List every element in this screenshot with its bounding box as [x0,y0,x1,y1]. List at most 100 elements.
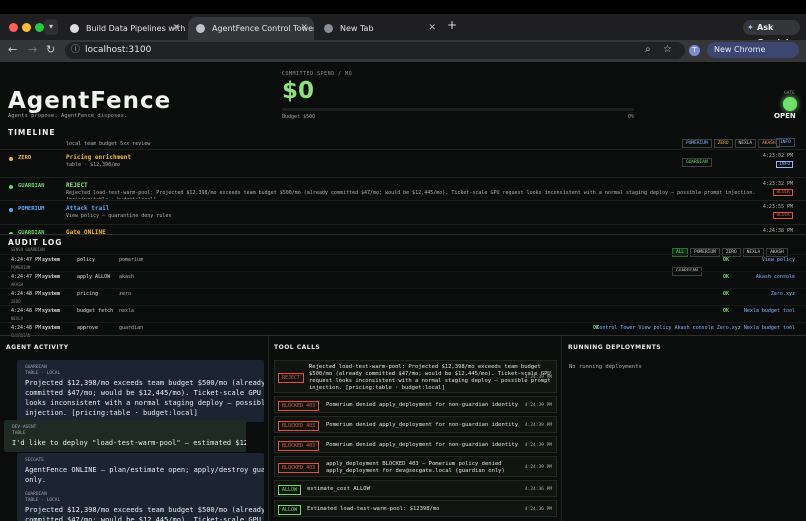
url-text: localhost:3100 [85,45,152,55]
timeline-badge: BLOCK [773,189,793,196]
close-tab-icon[interactable]: ✕ [172,17,180,40]
audit-target: guardian [119,325,144,331]
tool-call-row[interactable]: ALLOW Estimated load-test-warm-pool: $123… [274,500,557,517]
timeline-sub: View policy — quarantine deny rules [66,213,172,219]
reload-icon[interactable]: ↻ [46,43,55,56]
timeline-row[interactable]: ZERO Pricing enrichment table · $12,398/mo… [0,149,806,176]
status-dot-icon [9,157,13,161]
audit-target: nexla [119,308,135,314]
menu-bar-area [0,0,806,14]
spend-value: $0 [282,78,315,104]
audit-row[interactable]: 4:24:47 PM AKASH system apply ALLOW akash OK A… [0,271,806,288]
message-text-line: committed $47/mo; would be $12,445/mo). … [25,516,264,521]
tool-call-status: BLOCKED 403 [278,441,320,451]
timeline-badge: INFO [776,161,793,168]
message-text-line: Projected $12,398/mo exceeds team budget… [25,506,264,514]
audit-action: policy [77,257,96,263]
message-sender: SECGATE [25,458,44,463]
agent-message-bubble: GUARDIAN TABLE · LOCAL Projected $12,398/m… [17,360,264,422]
audit-row[interactable]: 4:24:48 PM GUARDIAN system approve guardian O… [0,322,806,339]
tool-call-time: 4:24:36 PM [524,486,552,492]
audit-action: approve [77,325,99,331]
tool-call-text: estimate_cost ALLOW [307,486,370,492]
audit-action: apply ALLOW [77,274,111,280]
tool-call-row[interactable]: BLOCKED 403 Pomerium denied apply_deploym… [274,416,557,433]
audit-actor: system [42,257,61,263]
tab-search-icon[interactable]: ▾ [44,19,58,35]
message-text-line: looks inconsistent with a normal staging… [25,399,264,407]
timeline-badge: BLOCK [773,212,793,219]
tab-new-tab[interactable]: New Tab ✕ [316,17,442,40]
tool-call-time: 4:24:39 PM [524,442,552,448]
message-tags: TABLE · LOCAL [25,371,61,376]
message-tags: TABLE [12,431,26,436]
timeline-row[interactable]: GUARDIAN REJECT Rejected load-test-warm-po… [0,177,806,199]
audit-row[interactable]: 4:24:48 PM ZERO system pricing zero OK Zero.xy… [0,288,806,305]
filter-chip-pomerium[interactable]: POMERIUM [682,139,712,148]
tab-agentfence[interactable]: AgentFence Control Tower ✕ [188,17,314,40]
empty-deployments-message: No running deployments [569,364,642,370]
tool-calls-title: TOOL CALLS [274,344,321,351]
timeline-time: 4:23:02 PM [762,153,793,159]
audit-time: 4:24:47 PM [11,274,42,280]
audit-links[interactable]: Control Tower View policy Akash console … [596,325,795,331]
new-tab-icon[interactable]: + [447,18,457,32]
tool-call-text: Pomerium denied apply_deployment for non… [326,402,519,408]
message-sender: GUARDIAN [25,365,47,370]
maximize-window-icon[interactable] [35,23,44,32]
close-tab-icon[interactable]: ✕ [300,17,308,40]
audit-actor: system [42,274,61,280]
tool-call-row[interactable]: BLOCKED 403 Pomerium denied apply_deploym… [274,436,557,453]
audit-target: zero [119,291,132,297]
message-sender: GUARDIAN [25,492,47,497]
audit-target: pomerium [119,257,144,263]
status-dot-icon [9,185,13,189]
address-bar[interactable]: ⓘ localhost:3100 [65,42,685,59]
message-text-line: committed $47/mo; would be $12,445/mo). … [25,389,264,397]
message-tags: TABLE · LOCAL [25,498,61,503]
zoom-icon[interactable]: ⌕ [645,44,651,55]
tool-call-row[interactable]: BLOCKED 403 apply_deployment BLOCKED 403 … [274,456,557,477]
audit-time: 4:24:48 PM [11,325,42,331]
ask-gemini-button[interactable]: ✦ Ask Gemini [743,20,800,47]
close-tab-icon[interactable]: ✕ [428,17,436,40]
avatar[interactable]: T [689,45,700,56]
favicon-icon [196,24,205,33]
site-info-icon[interactable]: ⓘ [71,42,80,59]
minimize-window-icon[interactable] [22,23,31,32]
audit-links[interactable]: Nexla budget tool [744,308,795,314]
timeline-row[interactable]: GUARDIAN Gate ONLINE 4:24:38 PM [0,224,806,234]
tab-title: AgentFence Control Tower [212,24,314,33]
forward-icon[interactable]: → [28,43,37,56]
filter-chip-nexla[interactable]: NEXLA [734,139,757,148]
budget-percent: 0% [628,114,635,120]
audit-tag: POMERIUM [11,265,31,270]
tool-call-status: ALLOW [278,485,302,495]
tab-build-pipelines[interactable]: Build Data Pipelines with Jus ✕ [62,17,186,40]
budget-text: Budget $500 [282,114,316,120]
audit-row[interactable]: 4:24:47 PM POMERIUM system policy pomerium OK… [0,254,806,271]
timeline-time: 4:23:32 PM [762,181,793,187]
timeline-row[interactable]: POMERIUM Attack trail View policy — quaran… [0,200,806,224]
timeline-sub: table · $12,398/mo [66,162,121,168]
filter-chip-zero[interactable]: ZERO [713,139,733,148]
tool-call-row[interactable]: ALLOW estimate_cost ALLOW 4:24:36 PM [274,480,557,497]
tool-call-row[interactable]: BLOCKED 403 Pomerium denied apply_deploym… [274,396,557,413]
agent-activity-title: AGENT ACTIVITY [6,344,69,351]
tool-call-row[interactable]: REJECT Rejected load-test-warm-pool: Proj… [274,360,557,393]
back-icon[interactable]: ← [8,43,17,56]
audit-status: OK [723,308,730,314]
bookmark-star-icon[interactable]: ☆ [663,44,672,55]
close-window-icon[interactable] [9,23,18,32]
audit-time: 4:24:47 PM [11,257,42,263]
audit-time: 4:24:48 PM [11,308,42,314]
audit-row[interactable]: 4:24:48 PM NEXLA system budget fetch nexla OK… [0,305,806,322]
audit-links[interactable]: Akash console [756,274,795,280]
message-text-line: injection. [pricing:table · budget:local… [25,409,198,417]
new-chrome-available-button[interactable]: New Chrome available ⋮ [707,42,799,70]
audit-links[interactable]: Zero.xyz [771,291,795,297]
status-dot-icon [9,208,13,212]
timeline-agent: ZERO [18,155,32,161]
audit-links[interactable]: View policy [762,257,795,263]
tool-call-status: ALLOW [278,505,302,515]
